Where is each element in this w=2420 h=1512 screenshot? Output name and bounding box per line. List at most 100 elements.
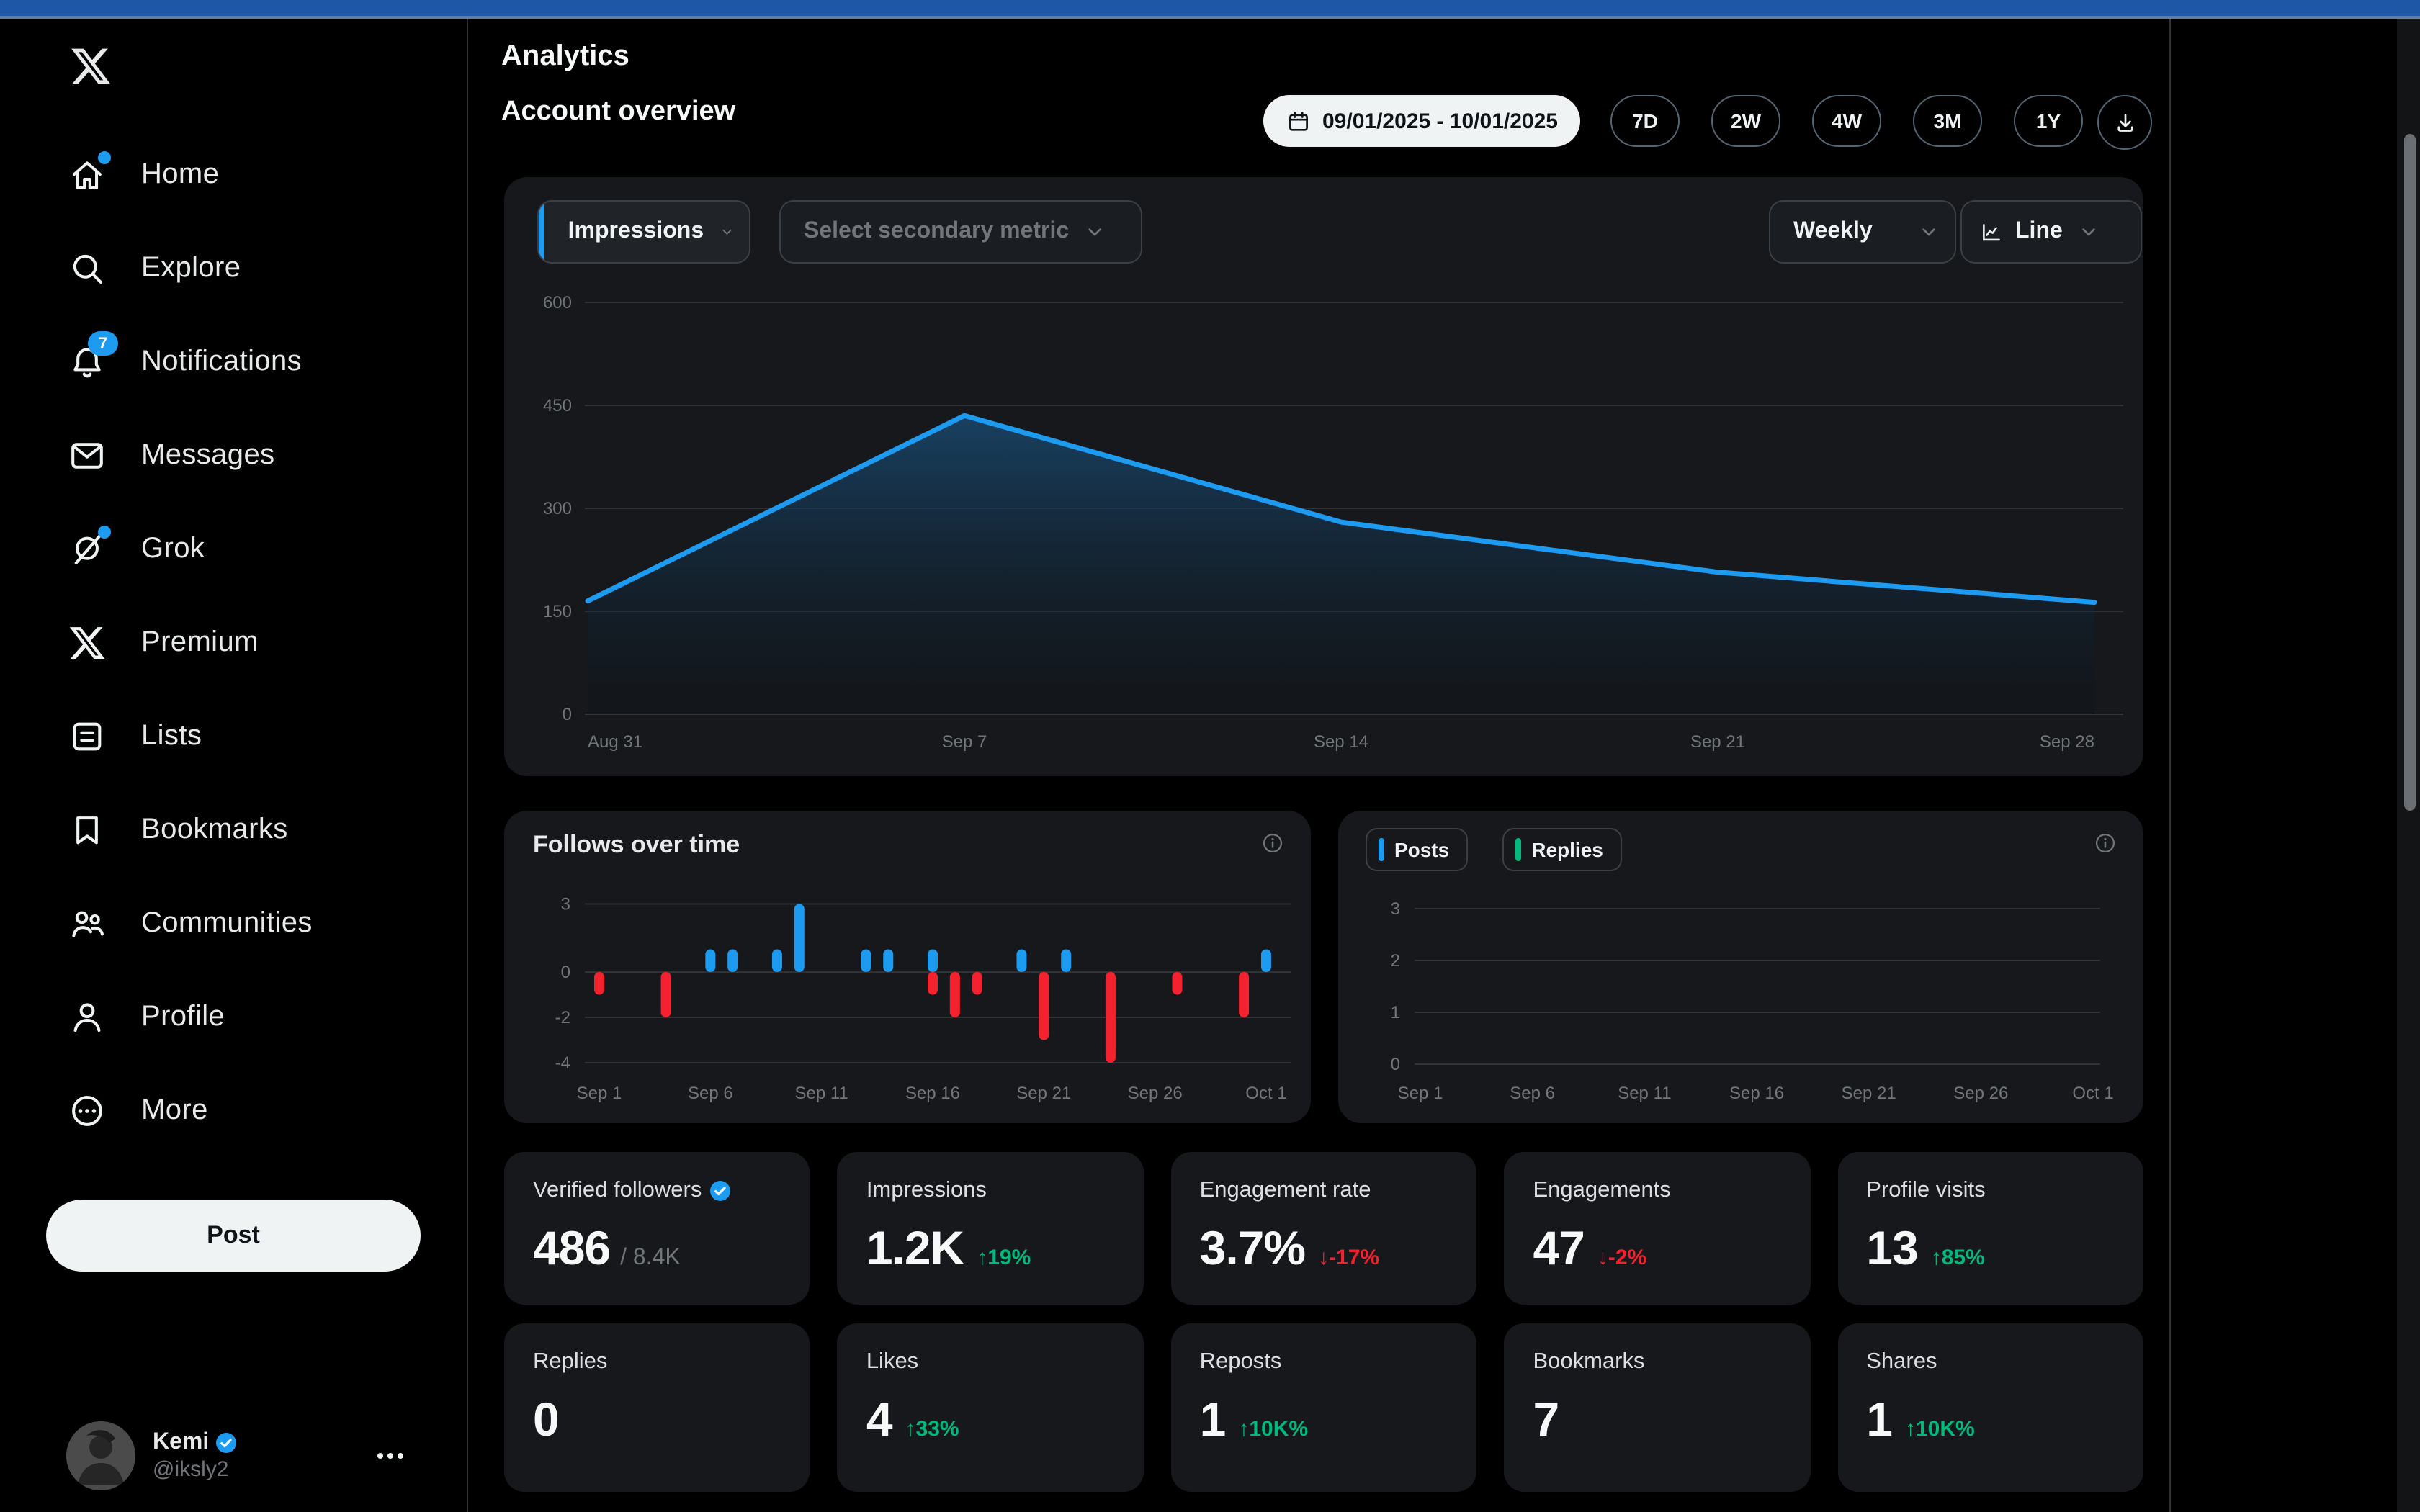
sidebar-item-grok[interactable]: Grok <box>0 503 467 596</box>
metric-delta: ↑10K% <box>1905 1417 1975 1441</box>
sidebar-item-bookmarks[interactable]: Bookmarks <box>0 783 467 877</box>
svg-text:-4: -4 <box>555 1053 570 1073</box>
range-button-4w[interactable]: 4W <box>1812 95 1881 147</box>
metric-delta: ↓-17% <box>1318 1246 1379 1270</box>
x-analytics-page: Home Explore7Notifications Messages Grok Pre… <box>0 0 2420 1512</box>
metric-card-verified-followers: Verified followers486/ 8.4K <box>504 1152 810 1305</box>
sidebar-item-lists[interactable]: Lists <box>0 690 467 783</box>
metric-delta: ↑85% <box>1931 1246 1985 1270</box>
account-switcher[interactable]: Kemi @iksly2 <box>46 1416 424 1496</box>
posts-replies-bar-chart: 3210Sep 1Sep 6Sep 11Sep 16Sep 21Sep 26Oc… <box>1338 811 2143 1123</box>
sidebar-item-label: Lists <box>141 720 202 753</box>
svg-text:3: 3 <box>561 895 570 914</box>
metric-value: 1 <box>1200 1392 1226 1447</box>
svg-text:300: 300 <box>543 499 572 518</box>
sidebar-item-premium[interactable]: Premium <box>0 596 467 690</box>
svg-text:2: 2 <box>1391 951 1400 971</box>
metric-cards-row-1: Verified followers486/ 8.4KImpressions1.… <box>504 1152 2143 1305</box>
sidebar: Home Explore7Notifications Messages Grok Pre… <box>0 19 467 1512</box>
sidebar-item-label: Bookmarks <box>141 814 288 847</box>
x-logo[interactable] <box>66 42 115 91</box>
metric-value: 0 <box>533 1392 559 1447</box>
metric-label: Likes <box>866 1349 1115 1375</box>
sidebar-item-label: Messages <box>141 439 275 472</box>
metric-delta: ↓-2% <box>1597 1246 1646 1270</box>
svg-text:Oct 1: Oct 1 <box>2072 1084 2113 1103</box>
people-icon <box>68 904 107 943</box>
range-button-1y[interactable]: 1Y <box>2014 95 2083 147</box>
metric-label: Bookmarks <box>1533 1349 1781 1375</box>
sidebar-item-notifications[interactable]: 7Notifications <box>0 315 467 409</box>
svg-text:Sep 26: Sep 26 <box>1953 1084 2008 1103</box>
metric-value: 13 <box>1866 1221 1917 1276</box>
svg-text:Sep 21: Sep 21 <box>1842 1084 1896 1103</box>
metric-card-replies: Replies 0 <box>504 1323 810 1492</box>
notification-dot <box>98 151 111 164</box>
sidebar-item-label: Home <box>141 158 219 192</box>
user-name: Kemi <box>153 1430 209 1456</box>
follows-bar-chart: 30-2-4Sep 1Sep 6Sep 11Sep 16Sep 21Sep 26… <box>504 811 1311 1123</box>
metric-delta: ↑19% <box>977 1246 1031 1270</box>
sidebar-item-explore[interactable]: Explore <box>0 222 467 315</box>
download-icon <box>2112 110 2137 135</box>
metric-cards-row-2: Replies0Likes4↑33%Reposts1↑10K%Bookmarks… <box>504 1323 2143 1492</box>
download-button[interactable] <box>2097 95 2152 150</box>
sidebar-item-label: Premium <box>141 626 259 660</box>
svg-text:Sep 6: Sep 6 <box>1510 1084 1555 1103</box>
scrollbar-track[interactable] <box>2397 19 2420 1512</box>
svg-text:150: 150 <box>543 602 572 621</box>
metric-value: 7 <box>1533 1392 1559 1447</box>
sidebar-item-label: Grok <box>141 533 205 566</box>
svg-text:600: 600 <box>543 293 572 312</box>
posts-replies-chart-card: Posts Replies 3210Sep 1Sep 6Sep 11Sep 16… <box>1338 811 2143 1123</box>
range-button-2w[interactable]: 2W <box>1711 95 1780 147</box>
svg-text:Sep 1: Sep 1 <box>1398 1084 1443 1103</box>
top-accent-bar <box>0 0 2420 19</box>
range-button-3m[interactable]: 3M <box>1913 95 1982 147</box>
notification-dot <box>98 526 111 539</box>
metric-label: Replies <box>533 1349 781 1375</box>
svg-text:-2: -2 <box>555 1008 570 1027</box>
sidebar-item-home[interactable]: Home <box>0 128 467 222</box>
main-content: Analytics Account overview 09/01/2025 - … <box>467 19 2169 1512</box>
sidebar-item-more[interactable]: More <box>0 1064 467 1158</box>
metric-card-likes: Likes4↑33% <box>838 1323 1144 1492</box>
calendar-icon <box>1286 109 1311 133</box>
impressions-chart-card: Impressions Select secondary metric Week… <box>504 177 2143 776</box>
svg-text:Sep 14: Sep 14 <box>1314 732 1368 752</box>
range-button-7d[interactable]: 7D <box>1610 95 1680 147</box>
metric-card-engagements: Engagements47↓-2% <box>1504 1152 1810 1305</box>
svg-text:Sep 16: Sep 16 <box>1729 1084 1784 1103</box>
svg-text:Sep 26: Sep 26 <box>1128 1084 1183 1103</box>
metric-card-shares: Shares1↑10K% <box>1837 1323 2143 1492</box>
metric-label: Verified followers <box>533 1178 781 1204</box>
bookmark-icon <box>68 811 107 850</box>
svg-text:Sep 11: Sep 11 <box>795 1084 848 1103</box>
date-range-picker[interactable]: 09/01/2025 - 10/01/2025 <box>1263 95 1581 147</box>
metric-label: Impressions <box>866 1178 1115 1204</box>
follows-chart-card: Follows over time 30-2-4Sep 1Sep 6Sep 11… <box>504 811 1311 1123</box>
sidebar-item-communities[interactable]: Communities <box>0 877 467 971</box>
svg-text:1: 1 <box>1391 1003 1400 1022</box>
sidebar-item-messages[interactable]: Messages <box>0 409 467 503</box>
metric-value: 4 <box>866 1392 892 1447</box>
post-button[interactable]: Post <box>46 1200 421 1272</box>
metric-label: Engagements <box>1533 1178 1781 1204</box>
svg-text:Oct 1: Oct 1 <box>1245 1084 1286 1103</box>
avatar <box>66 1421 135 1490</box>
svg-text:Aug 31: Aug 31 <box>588 732 642 752</box>
svg-text:3: 3 <box>1391 899 1400 919</box>
grok-icon <box>68 530 107 569</box>
svg-text:Sep 21: Sep 21 <box>1016 1084 1071 1103</box>
sidebar-item-profile[interactable]: Profile <box>0 971 467 1064</box>
metric-card-reposts: Reposts1↑10K% <box>1171 1323 1477 1492</box>
svg-text:Sep 1: Sep 1 <box>577 1084 622 1103</box>
sidebar-item-label: Profile <box>141 1001 225 1034</box>
metric-card-engagement-rate: Engagement rate3.7%↓-17% <box>1171 1152 1477 1305</box>
scrollbar-thumb[interactable] <box>2404 134 2416 811</box>
svg-text:Sep 6: Sep 6 <box>688 1084 733 1103</box>
metric-label: Profile visits <box>1866 1178 2115 1204</box>
account-more-icon[interactable] <box>377 1453 403 1459</box>
svg-text:450: 450 <box>543 396 572 415</box>
search-icon <box>68 249 107 288</box>
